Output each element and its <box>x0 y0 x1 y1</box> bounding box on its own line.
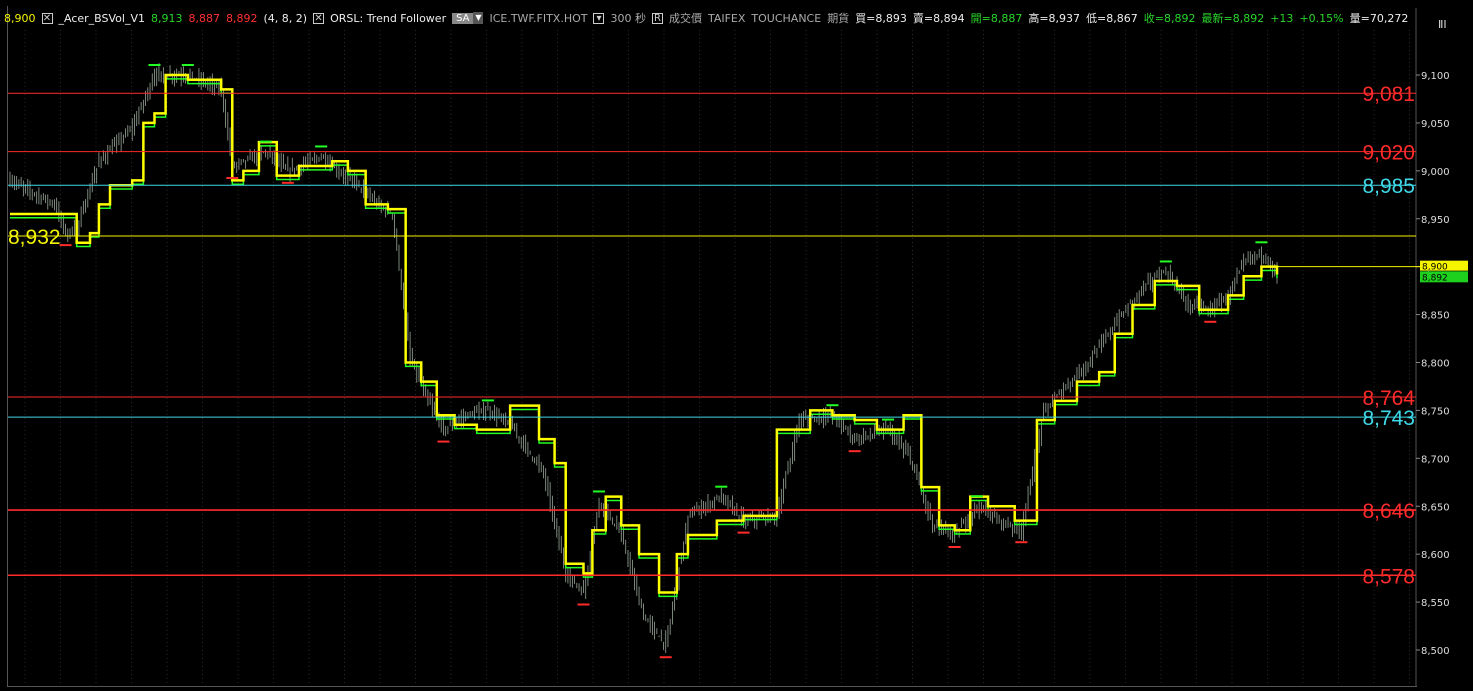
y-tick-label: 8,550 <box>1421 598 1450 609</box>
level-label: 9,081 <box>1362 83 1415 106</box>
y-tick-label: 8,500 <box>1421 646 1450 657</box>
y-tick-label: 9,000 <box>1421 167 1450 178</box>
level-label: 8,985 <box>1362 175 1415 198</box>
chart-window: 8,900 ✕ _Acer_BSVol_V1 8,913 8,887 8,892… <box>0 0 1473 691</box>
y-tick-label: 9,050 <box>1421 119 1450 130</box>
level-label: 8,578 <box>1362 565 1415 588</box>
y-tick-label: 8,850 <box>1421 311 1450 322</box>
level-label: 8,743 <box>1362 407 1415 430</box>
yellow-step-line <box>10 73 1279 594</box>
y-tick-label: 8,650 <box>1421 502 1450 513</box>
yellow-trend-line <box>10 73 1279 594</box>
level-label: 9,020 <box>1362 142 1415 165</box>
price-chart[interactable]: 9,100 9,050 9,000 8,950 8,900 8,850 8,800 8,750… <box>0 0 1473 691</box>
y-tick-label: 9,100 <box>1421 71 1450 82</box>
level-label: 8,932 <box>8 226 61 249</box>
level-label: 8,646 <box>1362 500 1415 523</box>
y-tick-label: 8,750 <box>1421 406 1450 417</box>
price-tags: 8,9008,892 <box>1277 260 1468 283</box>
green-step-line <box>10 78 1278 598</box>
y-tick-label: 8,700 <box>1421 454 1450 465</box>
swing-markers <box>59 64 1268 659</box>
y-axis: 9,100 9,050 9,000 8,950 8,900 8,850 8,800 8,750… <box>1415 8 1450 686</box>
y-tick-label: 8,950 <box>1421 215 1450 226</box>
y-tick-label: 8,800 <box>1421 359 1450 370</box>
y-tick-label: 8,600 <box>1421 550 1450 561</box>
price-tag-high-label: 8,900 <box>1422 263 1448 273</box>
horizontal-levels: 9,0819,0208,9858,9328,7648,7438,6468,578 <box>8 83 1416 588</box>
green-band-line <box>10 78 1278 598</box>
price-tag-last-label: 8,892 <box>1422 273 1448 283</box>
